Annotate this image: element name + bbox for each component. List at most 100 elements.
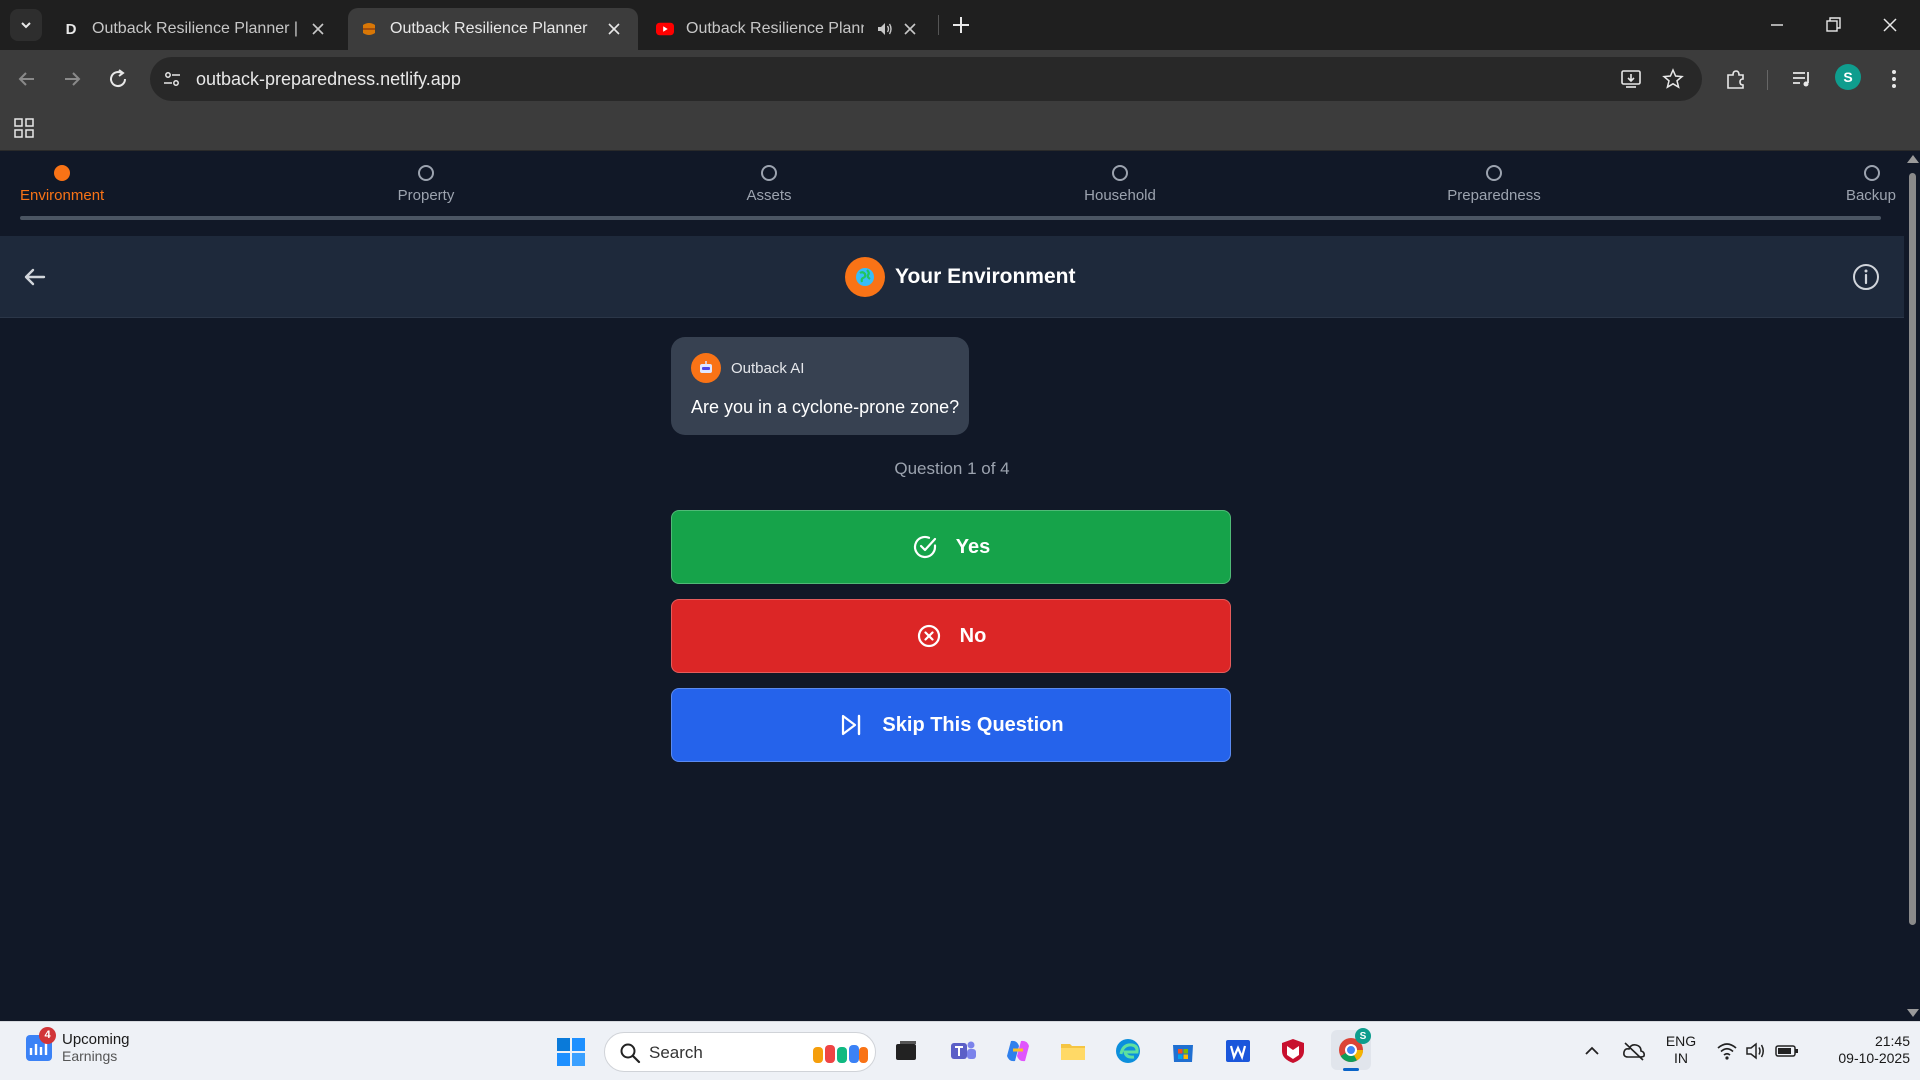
- step-indicator: [1864, 165, 1880, 181]
- step-backup[interactable]: Backup: [1820, 165, 1896, 204]
- profile-avatar[interactable]: S: [1835, 64, 1861, 90]
- scroll-down-arrow[interactable]: [1907, 1009, 1919, 1017]
- yes-label: Yes: [955, 535, 991, 558]
- check-circle-icon: [912, 534, 938, 560]
- yes-button[interactable]: Yes: [671, 510, 1231, 584]
- app-favicon-icon: [360, 20, 378, 38]
- teams-app[interactable]: [946, 1034, 980, 1068]
- speaker-icon[interactable]: [876, 20, 894, 43]
- language-indicator[interactable]: ENG IN: [1661, 1033, 1701, 1067]
- extensions-button[interactable]: [1724, 67, 1748, 91]
- bookmarks-bar: [0, 108, 1920, 151]
- step-property[interactable]: Property: [376, 165, 476, 204]
- notification-badge: 4: [39, 1026, 56, 1044]
- no-button[interactable]: No: [671, 599, 1231, 673]
- address-bar[interactable]: outback-preparedness.netlify.app: [150, 57, 1702, 101]
- back-button[interactable]: [15, 67, 39, 91]
- microsoft-store-app[interactable]: [1166, 1034, 1200, 1068]
- page-content: Environment Property Assets Household Pr…: [0, 151, 1904, 1021]
- taskbar-search-box[interactable]: Search: [604, 1032, 876, 1072]
- widgets-button[interactable]: 4 Upcoming Earnings: [26, 1026, 130, 1064]
- task-view-button[interactable]: [889, 1034, 923, 1068]
- word-icon: [1226, 1040, 1250, 1062]
- scroll-thumb[interactable]: [1909, 173, 1916, 925]
- site-settings-icon[interactable]: [162, 69, 182, 94]
- browser-tab-bar: D Outback Resilience Planner | De Outbac…: [0, 0, 1920, 50]
- skip-question-button[interactable]: Skip This Question: [671, 688, 1231, 762]
- stock-chart-icon: 4: [26, 1026, 56, 1061]
- close-window-button[interactable]: [1879, 14, 1901, 36]
- chrome-menu-button[interactable]: [1882, 67, 1906, 91]
- step-indicator: [1486, 165, 1502, 181]
- widget-subtitle: Earnings: [62, 1048, 118, 1064]
- step-label: Household: [1084, 187, 1156, 204]
- toolbar-divider: [1767, 70, 1768, 90]
- restore-icon: [1826, 17, 1841, 32]
- scroll-up-arrow[interactable]: [1907, 155, 1919, 163]
- minimize-button[interactable]: [1766, 14, 1788, 36]
- tab-outback-planner-de[interactable]: D Outback Resilience Planner | De: [52, 8, 342, 50]
- step-indicator: [54, 165, 70, 181]
- close-tab-icon[interactable]: [310, 21, 326, 37]
- volume-icon: [1746, 1042, 1764, 1060]
- back-arrow-button[interactable]: [22, 264, 48, 290]
- step-label: Backup: [1845, 187, 1896, 204]
- tab-outback-planner-youtube[interactable]: Outback Resilience Planner: [644, 8, 934, 50]
- install-app-icon[interactable]: [1620, 68, 1642, 95]
- clock-date: 09-10-2025: [1838, 1050, 1910, 1066]
- close-tab-icon[interactable]: [902, 21, 918, 37]
- arrow-left-icon: [18, 72, 34, 86]
- forward-button[interactable]: [60, 67, 84, 91]
- clock-time: 21:45: [1874, 1033, 1910, 1049]
- copilot-app[interactable]: [1001, 1034, 1035, 1068]
- restore-button[interactable]: [1822, 14, 1844, 36]
- copilot-icon: [1007, 1040, 1029, 1062]
- edge-icon: [1116, 1039, 1140, 1063]
- step-household[interactable]: Household: [1060, 165, 1180, 204]
- apps-grid-icon[interactable]: [14, 118, 34, 143]
- language-code: ENG: [1665, 1033, 1697, 1049]
- chrome-app[interactable]: S: [1331, 1028, 1371, 1071]
- wifi-icon: [1717, 1043, 1737, 1060]
- step-assets[interactable]: Assets: [719, 165, 819, 204]
- progress-track: [20, 216, 1881, 220]
- assistant-name: Outback AI: [731, 359, 805, 377]
- step-label: Property: [397, 187, 455, 204]
- mcafee-app[interactable]: [1276, 1034, 1310, 1068]
- info-icon: [1853, 264, 1879, 290]
- skip-forward-icon: [838, 712, 864, 738]
- search-icon: [619, 1042, 641, 1064]
- file-explorer-app[interactable]: [1056, 1034, 1090, 1068]
- tab-title: Outback Resilience Planner: [686, 20, 864, 37]
- clock[interactable]: 21:45 09-10-2025: [1810, 1033, 1910, 1067]
- reload-button[interactable]: [106, 67, 130, 91]
- close-tab-icon[interactable]: [606, 21, 622, 37]
- media-control-button[interactable]: [1790, 67, 1814, 91]
- start-button[interactable]: [556, 1037, 586, 1067]
- step-environment[interactable]: Environment: [20, 165, 104, 204]
- onedrive-button[interactable]: [1622, 1040, 1645, 1062]
- playlist-icon: [1793, 72, 1809, 87]
- chrome-profile-badge: S: [1355, 1028, 1371, 1044]
- wifi-button[interactable]: [1716, 1040, 1738, 1062]
- bookmark-star-icon[interactable]: [1662, 68, 1684, 95]
- store-icon: [1173, 1045, 1193, 1062]
- step-indicator: [761, 165, 777, 181]
- step-indicator: [418, 165, 434, 181]
- tab-title: Outback Resilience Planner: [390, 20, 588, 37]
- tab-outback-planner-active[interactable]: Outback Resilience Planner: [348, 8, 638, 50]
- tab-search-button[interactable]: [10, 9, 42, 41]
- word-app[interactable]: [1221, 1034, 1255, 1068]
- question-text: Are you in a cyclone-prone zone?: [691, 397, 960, 417]
- page-scrollbar[interactable]: [1904, 151, 1920, 1021]
- step-preparedness[interactable]: Preparedness: [1424, 165, 1564, 204]
- new-tab-button[interactable]: [950, 14, 972, 36]
- edge-app[interactable]: [1111, 1034, 1145, 1068]
- show-hidden-icons-button[interactable]: [1581, 1040, 1603, 1062]
- info-button[interactable]: [1851, 262, 1881, 292]
- battery-button[interactable]: [1775, 1040, 1798, 1062]
- question-counter: Question 1 of 4: [894, 459, 1010, 478]
- assistant-identity: Outback AI: [691, 353, 804, 383]
- tab-favicon-d: D: [65, 20, 77, 38]
- volume-button[interactable]: [1745, 1040, 1767, 1062]
